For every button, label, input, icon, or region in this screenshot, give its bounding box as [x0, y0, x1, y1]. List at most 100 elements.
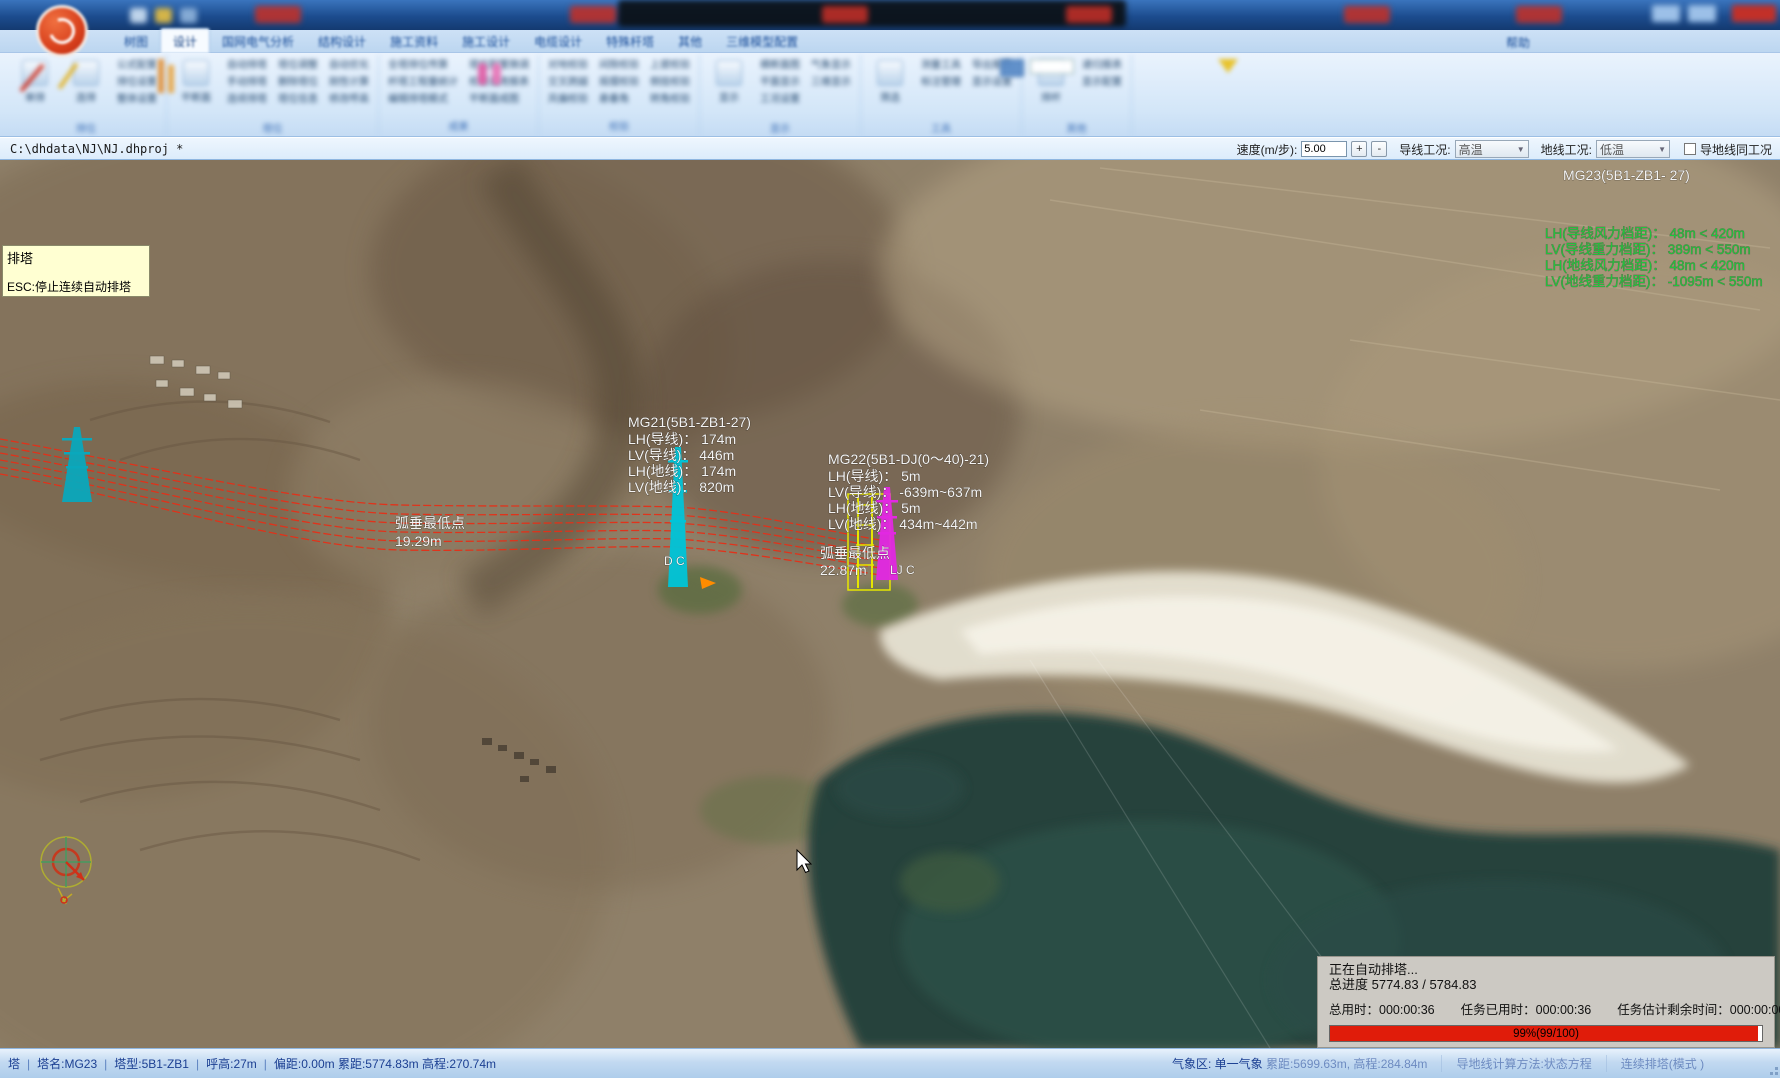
app-logo[interactable] — [36, 5, 88, 57]
status-calc-method: 导地线计算方法:状态方程 — [1441, 1055, 1605, 1072]
speed-increase-button[interactable]: + — [1351, 141, 1367, 157]
ribbon-button[interactable]: 悬垂角 — [596, 92, 642, 107]
mg22-line: LH(地线)： 5m — [828, 500, 921, 516]
mg21-line: LV(地线)： 820m — [628, 479, 734, 495]
quick-access-icon[interactable] — [130, 8, 147, 23]
mg21-title: MG21(5B1-ZB1-27) — [628, 414, 751, 430]
ribbon-button-column: 自动优化刚性计算修改呼高 — [326, 56, 372, 107]
ribbon-button[interactable]: 自动优化 — [326, 58, 372, 73]
ribbon-group-buttons: 单排 连排公式配置排位设置整体设置 — [12, 56, 160, 118]
ribbon-button[interactable]: 刚性计算 — [326, 75, 372, 90]
ribbon-button[interactable]: 编辑排塔模式 — [385, 92, 461, 107]
close-button[interactable] — [1732, 5, 1776, 22]
ribbon-button[interactable]: 塔位配置微调 — [466, 58, 532, 73]
ribbon-button[interactable]: 气象显示 — [808, 58, 854, 73]
mg23-check-line: LH(地线风力档距)： 48m < 420m — [1545, 258, 1745, 273]
ribbon-button[interactable]: 显示设置 — [969, 75, 1015, 90]
ribbon-button-icon — [877, 60, 903, 86]
ribbon-button[interactable]: 删除塔位 — [275, 75, 321, 90]
ribbon-button[interactable]: 修改呼高 — [326, 92, 372, 107]
ribbon-group-buttons: 平断面自动排塔手动排塔连续排塔塔位调整删除塔位塔位信息自动优化刚性计算修改呼高 — [173, 56, 372, 118]
tab-3[interactable]: 结构设计 — [306, 29, 378, 53]
ribbon-button[interactable]: 塔位信息 — [275, 92, 321, 107]
ribbon-button-label: 单排 — [25, 89, 45, 104]
ribbon-button[interactable]: 工况设置 — [757, 92, 803, 107]
watermark-blob — [570, 6, 616, 23]
speed-input[interactable] — [1301, 141, 1347, 157]
ribbon-button[interactable]: 杆塔工程量统计 — [385, 75, 461, 90]
mg21-line: LH(地线)： 174m — [628, 463, 736, 479]
tab-2[interactable]: 国网电气分析 — [210, 29, 306, 53]
help-tab[interactable]: 帮助 — [1506, 34, 1530, 51]
ribbon-button[interactable]: 排杆 — [1028, 56, 1074, 118]
map-canvas[interactable]: MG21(5B1-ZB1-27) LH(导线)： 174m LV(导线)： 44… — [0, 160, 1780, 1048]
ribbon-button[interactable]: 自动排塔 — [224, 58, 270, 73]
conductor-condition-select[interactable]: 高温▼ — [1455, 140, 1529, 158]
resize-grip[interactable] — [1764, 1061, 1778, 1075]
ribbon-button[interactable]: 全塔排位传算 — [385, 58, 461, 73]
map-viewport[interactable]: MG21(5B1-ZB1-27) LH(导线)： 174m LV(导线)： 44… — [0, 160, 1780, 1048]
ribbon-button-column: 横断面图平面显示工况设置 — [757, 56, 803, 107]
ribbon-button[interactable]: 风偏校验 — [545, 92, 591, 107]
tab-1[interactable]: 设计 — [160, 28, 210, 53]
speed-decrease-button[interactable]: - — [1371, 141, 1387, 157]
ribbon-button[interactable]: 三维显示 — [808, 75, 854, 90]
quick-access-icon[interactable] — [155, 8, 172, 23]
project-path[interactable]: C:\dhdata\NJ\NJ.dhproj * — [10, 142, 183, 156]
ribbon-button[interactable]: 间隙校验 — [596, 58, 642, 73]
ribbon-button[interactable]: 连排 — [63, 56, 109, 118]
ribbon-button[interactable]: 导出报表 — [969, 58, 1015, 73]
terrain — [0, 160, 1780, 1048]
ribbon-button[interactable]: 筛选 — [867, 56, 913, 118]
ribbon-button[interactable]: 转角校验 — [647, 92, 693, 107]
title-bar-decorations — [0, 0, 1780, 30]
maximize-button[interactable] — [1688, 5, 1716, 22]
ribbon-button[interactable]: 平面显示 — [757, 75, 803, 90]
watermark-blob — [1516, 6, 1562, 23]
ribbon-button[interactable]: 递归报表 — [1079, 58, 1125, 73]
ribbon-button[interactable]: 排位设置 — [114, 75, 160, 90]
status-nominal-height: 呼高:27m — [206, 1055, 257, 1072]
ribbon-group-label: 其他 — [1028, 118, 1125, 138]
ribbon-button[interactable]: 整体设置 — [114, 92, 160, 107]
ribbon-button-icon — [183, 60, 209, 86]
tab-4[interactable]: 施工资料 — [378, 29, 450, 53]
ribbon-button[interactable]: 单排 — [12, 56, 58, 118]
ribbon-button[interactable]: 横断面图 — [757, 58, 803, 73]
tab-6[interactable]: 电缆设计 — [522, 29, 594, 53]
ribbon-button[interactable]: 对地校验 — [545, 58, 591, 73]
watermark-blob — [255, 6, 301, 23]
same-condition-checkbox[interactable] — [1684, 143, 1696, 155]
tab-5[interactable]: 施工设计 — [450, 29, 522, 53]
ribbon-button[interactable]: 上拔校验 — [647, 58, 693, 73]
ribbon-button[interactable]: 连续排塔 — [224, 92, 270, 107]
tab-9[interactable]: 三维模型配置 — [714, 29, 810, 53]
ribbon-button[interactable]: 显示 — [706, 56, 752, 118]
ribbon-button[interactable]: 倒挂校验 — [647, 75, 693, 90]
window-title-blurred — [618, 0, 1126, 27]
ribbon-button[interactable]: 校验通用报表 — [466, 75, 532, 90]
quick-access-icon[interactable] — [180, 8, 197, 23]
ribbon-button[interactable]: 平断面 — [173, 56, 219, 118]
tab-0[interactable]: 树图 — [112, 29, 160, 53]
tab-7[interactable]: 特殊杆塔 — [594, 29, 666, 53]
sag-point-label: 弧垂最低点 — [820, 545, 890, 561]
ribbon-group: 筛选测量工具标注管理导出报表显示设置工具 — [861, 55, 1022, 136]
ribbon-button[interactable]: 标注管理 — [918, 75, 964, 90]
tower-type-label: D C — [664, 554, 685, 568]
ground-condition-select[interactable]: 低温▼ — [1596, 140, 1670, 158]
tab-8[interactable]: 其他 — [666, 29, 714, 53]
ribbon-button[interactable]: 显示配置 — [1079, 75, 1125, 90]
ribbon-button[interactable]: 手动排塔 — [224, 75, 270, 90]
ribbon-button[interactable]: 平断面成图 — [466, 92, 532, 107]
ribbon-button[interactable]: 公式配置 — [114, 58, 160, 73]
ribbon-button[interactable]: 摇摆校验 — [596, 75, 642, 90]
conductor-condition-label: 导线工况: — [1399, 141, 1450, 158]
ribbon-button[interactable]: 塔位调整 — [275, 58, 321, 73]
ribbon-button[interactable]: 测量工具 — [918, 58, 964, 73]
ribbon-group: 平断面自动排塔手动排塔连续排塔塔位调整删除塔位塔位信息自动优化刚性计算修改呼高塔… — [167, 55, 379, 136]
ribbon-button[interactable]: 交叉跨越 — [545, 75, 591, 90]
minimize-button[interactable] — [1652, 5, 1680, 22]
mg23-check-line: LH(导线风力档距)： 48m < 420m — [1545, 226, 1745, 241]
mg23-title: MG23(5B1-ZB1- 27) — [1563, 167, 1690, 183]
